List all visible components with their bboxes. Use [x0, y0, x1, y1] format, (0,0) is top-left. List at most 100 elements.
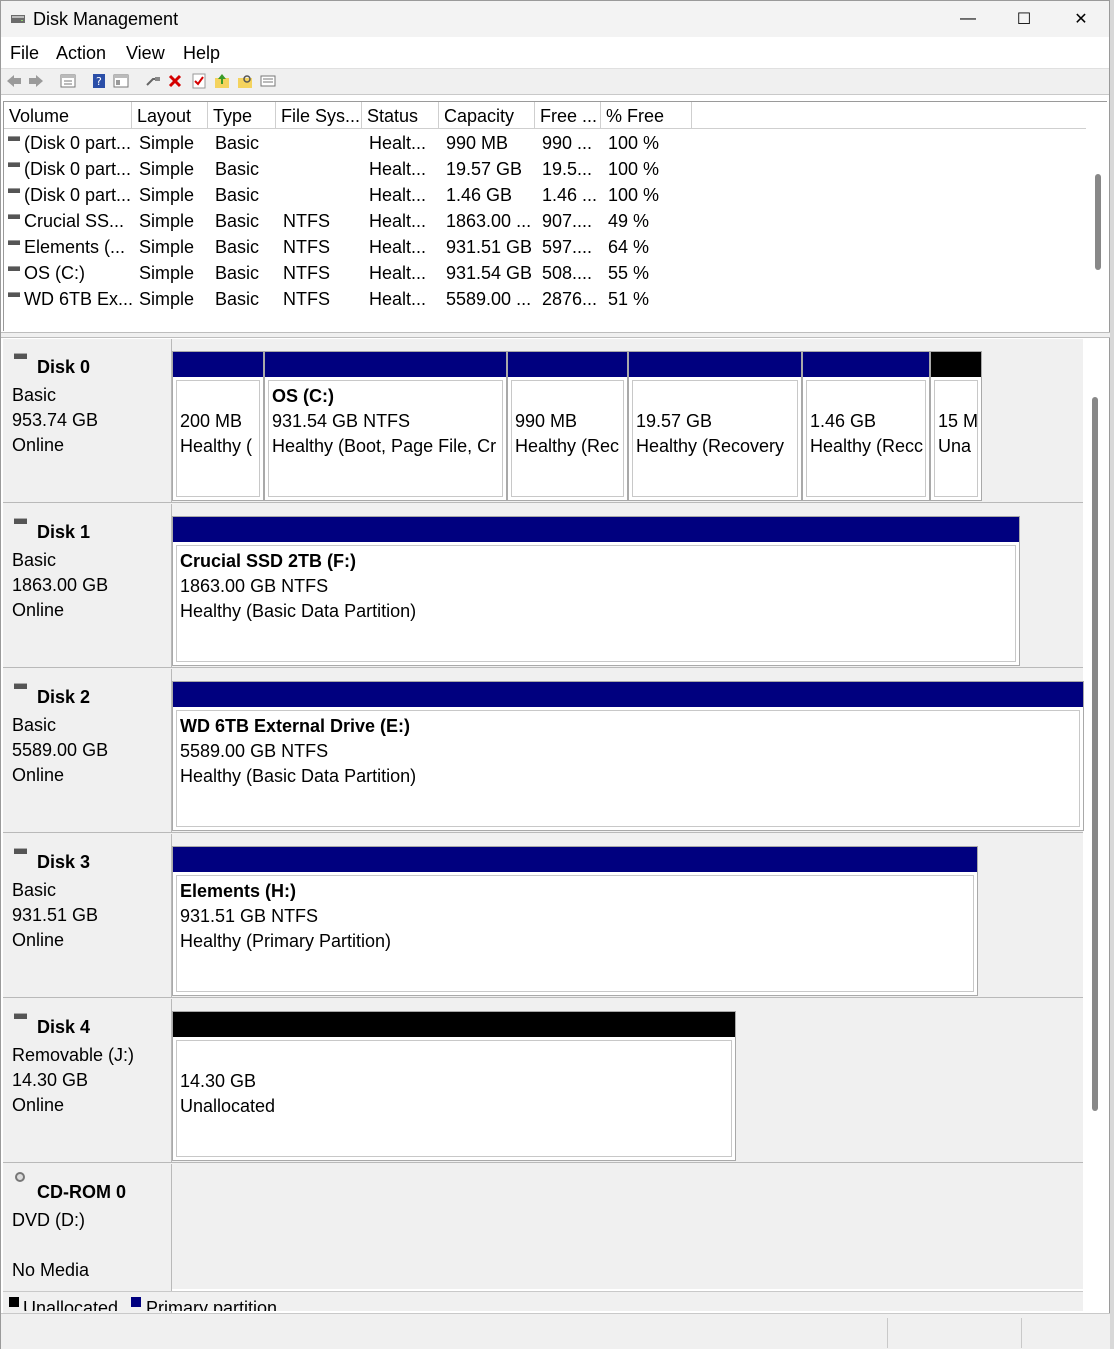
volume-list-scroll-thumb[interactable] — [1095, 174, 1101, 270]
disk-label-3[interactable]: Disk 3 Basic 931.51 GB Online — [3, 834, 171, 998]
check-icon[interactable] — [191, 73, 207, 89]
toolbar: ? — [1, 69, 1109, 95]
partition-name: Elements (H:) — [180, 881, 297, 901]
table-row[interactable]: WD 6TB Ex... Simple Basic NTFS Healt... 5589.… — [4, 286, 1084, 312]
table-cell: 51 % — [608, 289, 650, 309]
disk-icon — [14, 683, 27, 689]
partition-block[interactable]: 14.30 GB Unallocated — [172, 1011, 736, 1161]
partition-detail: 990 MB Healthy (Rec — [511, 380, 624, 497]
partition-block[interactable]: 1.46 GB Healthy (Recc — [802, 351, 930, 501]
maximize-button[interactable]: ☐ — [995, 1, 1053, 37]
search-folder-icon[interactable] — [237, 73, 253, 89]
partition-detail: 1.46 GB Healthy (Recc — [806, 380, 926, 497]
table-cell: 49 % — [608, 211, 650, 231]
table-cell: Simple — [139, 185, 195, 205]
col-layout[interactable]: Layout — [132, 102, 208, 129]
disk-label-2[interactable]: Disk 2 Basic 5589.00 GB Online — [3, 669, 171, 833]
table-cell: 990 MB — [446, 133, 509, 153]
up-folder-icon[interactable] — [214, 73, 230, 89]
table-cell: 931.51 GB — [446, 237, 533, 257]
properties-icon[interactable] — [113, 73, 129, 89]
partition-detail: OS (C:) 931.54 GB NTFS Healthy (Boot, Page… — [268, 380, 503, 497]
partition-status: Healthy (Boot, Page File, Cr — [272, 436, 497, 456]
table-row[interactable]: OS (C:) Simple Basic NTFS Healt... 931.54 GB 5… — [4, 260, 1084, 286]
disk-label-4[interactable]: Disk 4 Removable (J:) 14.30 GB Online — [3, 999, 171, 1163]
menu-help[interactable]: Help — [183, 43, 220, 64]
table-row[interactable]: Elements (... Simple Basic NTFS Healt... 931.… — [4, 234, 1084, 260]
volume-icon — [8, 162, 20, 167]
pane-splitter[interactable] — [1, 332, 1111, 338]
partition-status: Healthy (Basic Data Partition) — [180, 766, 417, 786]
list-view-icon[interactable] — [260, 73, 276, 89]
partition-block[interactable]: 15 M Una — [930, 351, 982, 501]
col-capacity[interactable]: Capacity — [439, 102, 535, 129]
primary-swatch — [131, 1297, 141, 1307]
forward-icon[interactable] — [28, 73, 44, 89]
disk-label-1[interactable]: Disk 1 Basic 1863.00 GB Online — [3, 504, 171, 668]
table-cell: 1.46 GB — [446, 185, 513, 205]
back-icon[interactable] — [6, 73, 22, 89]
disk-partition-area: 14.30 GB Unallocated — [171, 999, 1083, 1163]
disk-partition-area: Elements (H:) 931.51 GB NTFS Healthy (Prim… — [171, 834, 1083, 998]
connect-icon[interactable] — [145, 73, 161, 89]
disk-partition-area: 200 MB Healthy (OS (C:) 931.54 GB NTFS Heal… — [171, 339, 1083, 503]
delete-icon[interactable] — [167, 73, 183, 89]
disk-size: 953.74 GB — [12, 410, 99, 430]
table-row[interactable]: (Disk 0 part... Simple Basic Healt... 19.57 … — [4, 156, 1084, 182]
disk-status: Online — [12, 765, 65, 785]
partition-detail: 14.30 GB Unallocated — [176, 1040, 732, 1157]
menu-action[interactable]: Action — [56, 43, 106, 64]
menu-file[interactable]: File — [10, 43, 39, 64]
partition-size: 15 M — [938, 411, 978, 431]
partition-status: Healthy (Basic Data Partition) — [180, 601, 417, 621]
col-free-space[interactable]: Free ... — [535, 102, 601, 129]
table-cell: Elements (... — [24, 237, 126, 257]
disk-map-scrollbar[interactable] — [1084, 339, 1105, 1289]
console-tree-icon[interactable] — [60, 73, 76, 89]
partition-status: Healthy (Primary Partition) — [180, 931, 392, 951]
table-row[interactable]: (Disk 0 part... Simple Basic Healt... 990 MB… — [4, 130, 1084, 156]
menu-view[interactable]: View — [126, 43, 165, 64]
table-cell: 19.5... — [542, 159, 593, 179]
partition-status: Unallocated — [180, 1096, 276, 1116]
status-separator — [1021, 1318, 1022, 1348]
table-row[interactable]: Crucial SS... Simple Basic NTFS Healt... 1863… — [4, 208, 1084, 234]
partition-block[interactable]: Elements (H:) 931.51 GB NTFS Healthy (Prim… — [172, 846, 978, 996]
disk-name: Disk 0 — [37, 357, 91, 377]
partition-block[interactable]: 200 MB Healthy ( — [172, 351, 264, 501]
partition-block[interactable]: 990 MB Healthy (Rec — [507, 351, 628, 501]
table-cell: Crucial SS... — [24, 211, 125, 231]
disk-partition-area: Crucial SSD 2TB (F:) 1863.00 GB NTFS Healt… — [171, 504, 1083, 668]
partition-block[interactable]: OS (C:) 931.54 GB NTFS Healthy (Boot, Page… — [264, 351, 507, 501]
table-cell: 55 % — [608, 263, 650, 283]
partition-detail: 19.57 GB Healthy (Recovery — [632, 380, 798, 497]
table-cell: Simple — [139, 237, 195, 257]
partition-size: 931.51 GB NTFS — [180, 906, 319, 926]
partition-size: 200 MB — [180, 411, 243, 431]
table-cell: Healt... — [369, 211, 427, 231]
col-type[interactable]: Type — [208, 102, 276, 129]
disk-partition-area: WD 6TB External Drive (E:) 5589.00 GB NTF… — [171, 669, 1084, 833]
col-file-system[interactable]: File Sys... — [276, 102, 362, 129]
col-volume[interactable]: Volume — [4, 102, 132, 129]
help-icon[interactable]: ? — [91, 73, 107, 89]
table-cell: NTFS — [283, 289, 330, 309]
disk-label-0[interactable]: Disk 0 Basic 953.74 GB Online — [3, 339, 171, 503]
minimize-button[interactable]: — — [939, 1, 997, 37]
table-cell: 508.... — [542, 263, 593, 283]
partition-block[interactable]: Crucial SSD 2TB (F:) 1863.00 GB NTFS Healt… — [172, 516, 1020, 666]
volume-list-scrollbar[interactable] — [1087, 102, 1108, 332]
close-button[interactable]: ✕ — [1052, 1, 1110, 37]
partition-block[interactable]: 19.57 GB Healthy (Recovery — [628, 351, 802, 501]
partition-block[interactable]: WD 6TB External Drive (E:) 5589.00 GB NTF… — [172, 681, 1084, 831]
primary-partition-bar — [173, 517, 1019, 542]
disk-type: Basic — [12, 715, 57, 735]
col-status[interactable]: Status — [362, 102, 439, 129]
table-cell: Basic — [215, 289, 260, 309]
primary-partition-bar — [508, 352, 627, 377]
col-percent-free[interactable]: % Free — [601, 102, 692, 129]
legend-unallocated: Unallocated — [23, 1298, 119, 1311]
table-cell: 931.54 GB — [446, 263, 533, 283]
disk-map-scroll-thumb[interactable] — [1092, 397, 1098, 1111]
table-row[interactable]: (Disk 0 part... Simple Basic Healt... 1.46 G… — [4, 182, 1084, 208]
